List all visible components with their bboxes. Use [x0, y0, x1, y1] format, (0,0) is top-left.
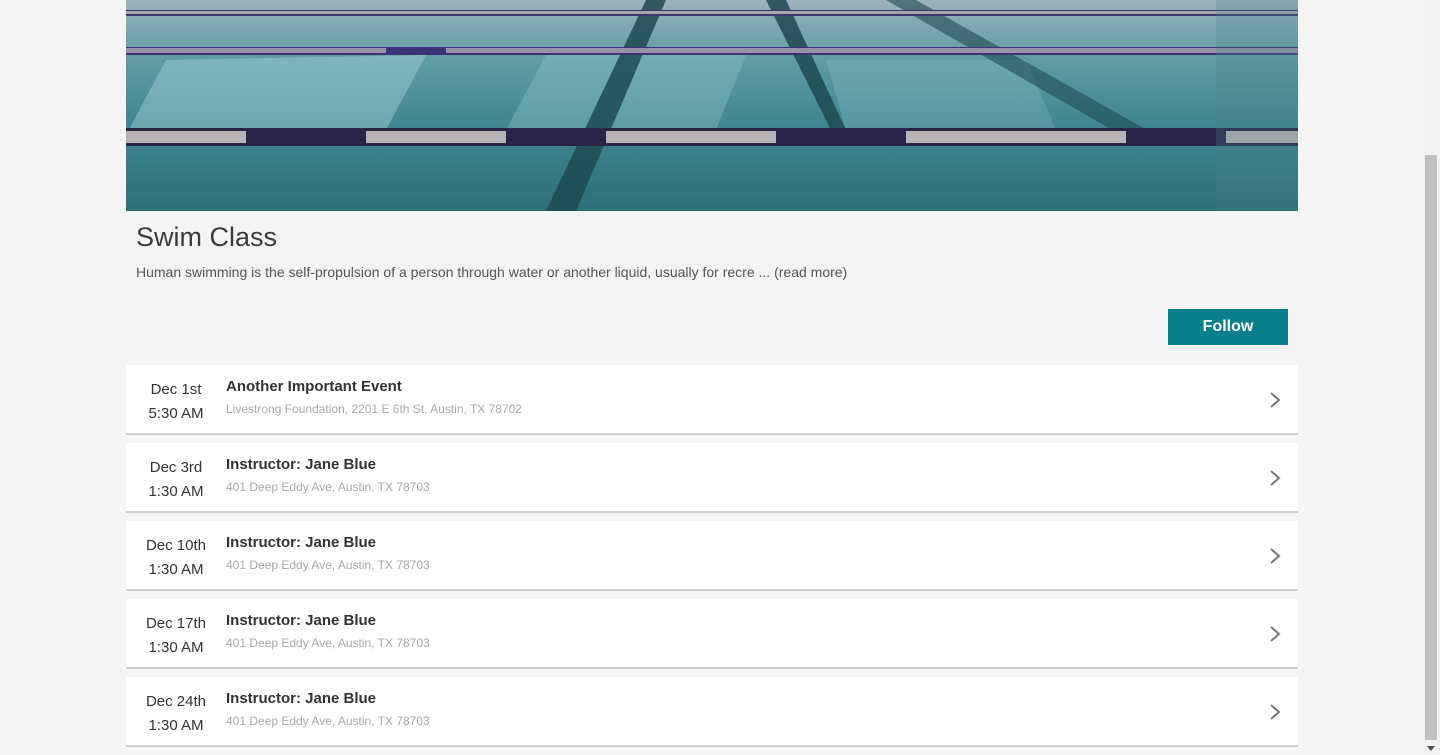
event-time: 1:30 AM	[148, 639, 204, 656]
event-address: 401 Deep Eddy Ave, Austin, TX 78703	[226, 558, 430, 572]
event-time: 5:30 AM	[148, 405, 204, 422]
hero-image	[126, 0, 1298, 211]
event-date: Dec 24th	[145, 693, 207, 710]
event-date: Dec 1st	[150, 381, 202, 398]
chevron-right-icon[interactable]	[1268, 469, 1282, 487]
scroll-down-arrow-icon[interactable]	[1427, 746, 1435, 751]
class-description: Human swimming is the self-propulsion of…	[136, 264, 847, 280]
vertical-scrollbar[interactable]	[1423, 0, 1440, 755]
class-detail: Swim Class Human swimming is the self-pr…	[126, 0, 1298, 747]
chevron-right-icon[interactable]	[1268, 703, 1282, 721]
description-text: Human swimming is the self-propulsion of…	[136, 264, 759, 280]
event-time: 1:30 AM	[148, 483, 204, 500]
event-row[interactable]: Dec 10th 1:30 AM Instructor: Jane Blue 4…	[126, 521, 1298, 591]
event-row[interactable]: Dec 1st 5:30 AM Another Important Event …	[126, 365, 1298, 435]
event-datetime: Dec 1st 5:30 AM	[126, 378, 226, 426]
chevron-right-icon[interactable]	[1268, 547, 1282, 565]
event-title: Instructor: Jane Blue	[226, 612, 377, 629]
chevron-right-icon[interactable]	[1268, 391, 1282, 409]
event-row[interactable]: Dec 17th 1:30 AM Instructor: Jane Blue 4…	[126, 599, 1298, 669]
event-date: Dec 17th	[145, 615, 207, 632]
event-title: Instructor: Jane Blue	[226, 534, 377, 551]
follow-button[interactable]: Follow	[1168, 309, 1288, 345]
event-row[interactable]: Dec 24th 1:30 AM Instructor: Jane Blue 4…	[126, 677, 1298, 747]
page: Swim Class Human swimming is the self-pr…	[0, 0, 1440, 755]
pool-illustration	[126, 0, 1298, 211]
page-title: Swim Class	[136, 222, 278, 252]
event-address: 401 Deep Eddy Ave, Austin, TX 78703	[226, 714, 430, 728]
event-row[interactable]: Dec 3rd 1:30 AM Instructor: Jane Blue 40…	[126, 443, 1298, 513]
read-more-link[interactable]: ... (read more)	[759, 264, 848, 280]
chevron-right-icon[interactable]	[1268, 625, 1282, 643]
event-list: Dec 1st 5:30 AM Another Important Event …	[126, 365, 1298, 755]
event-date: Dec 3rd	[149, 459, 203, 476]
event-title: Instructor: Jane Blue	[226, 690, 377, 707]
event-time: 1:30 AM	[148, 717, 204, 734]
event-title: Another Important Event	[226, 378, 402, 395]
event-datetime: Dec 24th 1:30 AM	[126, 690, 226, 738]
event-datetime: Dec 10th 1:30 AM	[126, 534, 226, 582]
event-datetime: Dec 3rd 1:30 AM	[126, 456, 226, 504]
event-address: 401 Deep Eddy Ave, Austin, TX 78703	[226, 480, 430, 494]
event-address: 401 Deep Eddy Ave, Austin, TX 78703	[226, 636, 430, 650]
event-address: Livestrong Foundation, 2201 E 6th St, Au…	[226, 402, 522, 416]
event-datetime: Dec 17th 1:30 AM	[126, 612, 226, 660]
event-title: Instructor: Jane Blue	[226, 456, 377, 473]
scrollbar-thumb[interactable]	[1425, 155, 1437, 740]
event-date: Dec 10th	[145, 537, 207, 554]
event-time: 1:30 AM	[148, 561, 204, 578]
